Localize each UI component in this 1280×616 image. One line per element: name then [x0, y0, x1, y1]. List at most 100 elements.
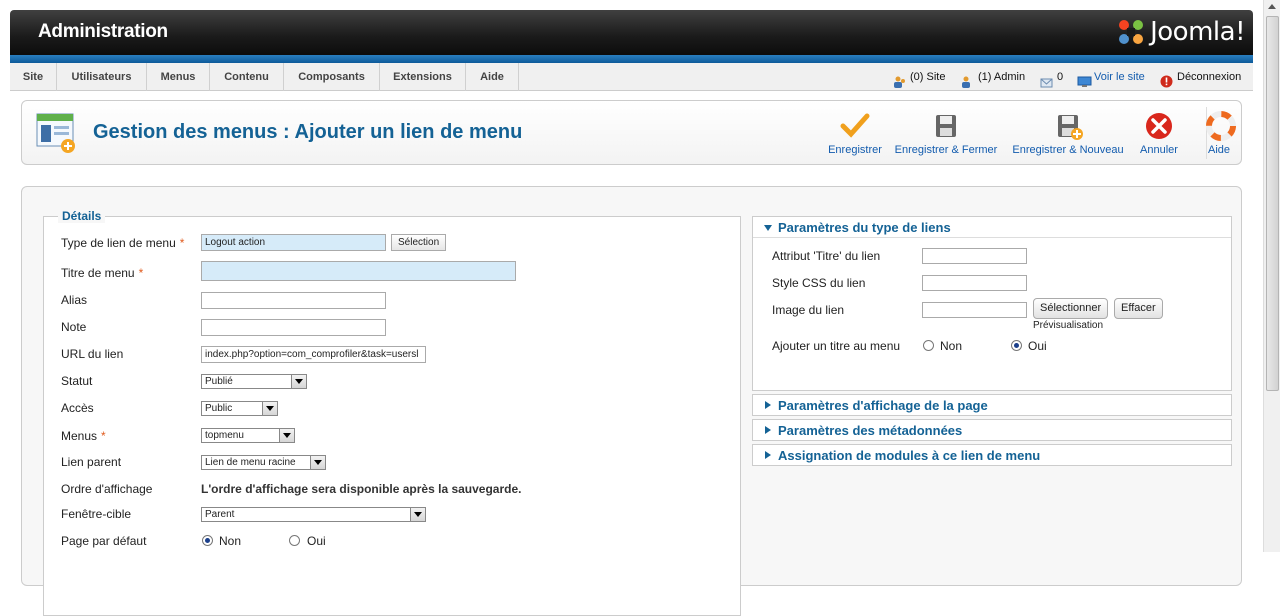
status-view-site[interactable]: Voir le site — [1077, 63, 1145, 91]
details-legend: Détails — [58, 209, 106, 223]
default-page-label: Page par défaut — [61, 534, 147, 548]
order-label: Ordre d'affichage — [61, 482, 153, 496]
metadata-params-panel[interactable]: Paramètres des métadonnées — [752, 419, 1232, 441]
status-label: Statut — [61, 374, 93, 388]
add-title-yes-label: Oui — [1028, 339, 1047, 353]
link-type-params-panel: Paramètres du type de liens Attribut 'Ti… — [752, 216, 1232, 391]
triangle-down-icon — [764, 225, 772, 231]
menu-site[interactable]: Site — [10, 63, 57, 91]
header-title: Administration — [38, 21, 168, 42]
default-yes-radio[interactable] — [289, 535, 300, 546]
css-style-input[interactable] — [922, 275, 1027, 291]
main-menubar: Site Utilisateurs Menus Contenu Composan… — [10, 63, 1253, 91]
note-label: Note — [61, 320, 87, 334]
monitor-icon — [1077, 71, 1092, 87]
users-icon — [893, 71, 906, 88]
url-label: URL du lien — [61, 347, 124, 361]
chevron-down-icon — [262, 402, 277, 415]
chevron-down-icon — [410, 508, 425, 521]
view-site-link[interactable]: Voir le site — [1094, 63, 1145, 91]
chevron-down-icon — [291, 375, 306, 388]
image-label: Image du lien — [772, 303, 845, 317]
scrollbar-thumb[interactable] — [1266, 16, 1279, 391]
menus-select[interactable]: topmenu — [201, 428, 295, 443]
save-button[interactable]: Enregistrer — [824, 111, 886, 159]
page-scrollbar[interactable] — [1263, 0, 1280, 552]
note-input[interactable] — [201, 319, 386, 336]
content-area: Détails Type de lien de menu * Logout act… — [21, 186, 1242, 616]
cancel-icon — [1143, 111, 1175, 141]
menu-title-input[interactable] — [201, 261, 516, 281]
help-button[interactable]: Aide — [1205, 111, 1236, 159]
default-no-label: Non — [219, 534, 242, 548]
floppy-disk-icon — [930, 111, 962, 141]
menu-components[interactable]: Composants — [284, 63, 380, 91]
save-close-button[interactable]: Enregistrer & Fermer — [894, 111, 998, 159]
menu-type-select-button[interactable]: Sélection — [391, 234, 447, 251]
image-select-button[interactable]: Sélectionner — [1033, 298, 1109, 319]
joomla-logo[interactable]: Joomla! — [1116, 16, 1245, 48]
menu-extensions[interactable]: Extensions — [380, 63, 466, 91]
menu-type-field[interactable]: Logout action — [201, 234, 386, 251]
parent-label: Lien parent — [61, 455, 122, 469]
joomla-logo-icon — [1116, 17, 1146, 47]
image-clear-button[interactable]: Effacer — [1114, 298, 1163, 319]
menu-content[interactable]: Contenu — [210, 63, 284, 91]
chevron-down-icon — [310, 456, 325, 469]
triangle-right-icon — [765, 451, 771, 459]
status-logout[interactable]: Déconnexion — [1160, 63, 1241, 91]
checkmark-icon — [839, 111, 871, 141]
target-select[interactable]: Parent — [201, 507, 426, 522]
triangle-right-icon — [765, 426, 771, 434]
default-no-radio[interactable] — [202, 535, 213, 546]
logout-icon — [1160, 71, 1173, 88]
target-label: Fenêtre-cible — [61, 507, 132, 521]
menu-help[interactable]: Aide — [466, 63, 519, 91]
admin-header: Administration Joomla! — [10, 10, 1253, 55]
add-title-yes-radio[interactable] — [1011, 340, 1022, 351]
menu-title-label: Titre de menu * — [61, 266, 144, 280]
triangle-right-icon — [765, 401, 771, 409]
lifebuoy-icon — [1205, 111, 1237, 141]
add-title-no-radio[interactable] — [923, 340, 934, 351]
menu-manager-icon — [35, 112, 79, 156]
alias-input[interactable] — [201, 292, 386, 309]
cancel-button[interactable]: Annuler — [1136, 111, 1182, 159]
parent-select[interactable]: Lien de menu racine — [201, 455, 326, 470]
menu-type-label: Type de lien de menu * — [61, 236, 185, 250]
title-attr-input[interactable] — [922, 248, 1027, 264]
status-select[interactable]: Publié — [201, 374, 307, 389]
url-input[interactable]: index.php?option=com_comprofiler&task=us… — [201, 346, 426, 363]
access-label: Accès — [61, 401, 94, 415]
add-title-label: Ajouter un titre au menu — [772, 339, 901, 353]
details-fieldset: Détails Type de lien de menu * Logout act… — [43, 209, 741, 616]
floppy-disk-add-icon — [1052, 111, 1084, 141]
alias-label: Alias — [61, 293, 88, 307]
menu-menus[interactable]: Menus — [147, 63, 210, 91]
toolbar: Gestion des menus : Ajouter un lien de m… — [21, 100, 1242, 165]
page-display-params-panel[interactable]: Paramètres d'affichage de la page — [752, 394, 1232, 416]
header-accent-strip — [10, 55, 1253, 63]
title-attr-label: Attribut 'Titre' du lien — [772, 249, 881, 263]
scroll-up-arrow-icon[interactable] — [1268, 4, 1276, 9]
save-new-button[interactable]: Enregistrer & Nouveau — [1012, 111, 1124, 159]
default-yes-label: Oui — [307, 534, 326, 548]
image-input[interactable] — [922, 302, 1027, 318]
chevron-down-icon — [279, 429, 294, 442]
admin-user-icon — [961, 71, 974, 88]
status-admin-users[interactable]: (1) Admin — [961, 63, 1025, 91]
module-assignment-panel[interactable]: Assignation de modules à ce lien de menu — [752, 444, 1232, 466]
link-type-params-header[interactable]: Paramètres du type de liens — [753, 217, 1231, 238]
order-note: L'ordre d'affichage sera disponible aprè… — [201, 482, 522, 496]
image-preview-label: Prévisualisation — [1033, 320, 1104, 331]
menu-users[interactable]: Utilisateurs — [57, 63, 147, 91]
status-site-users[interactable]: (0) Site — [893, 63, 945, 91]
page-title: Gestion des menus : Ajouter un lien de m… — [93, 121, 523, 143]
status-messages[interactable]: 0 — [1040, 63, 1063, 91]
css-style-label: Style CSS du lien — [772, 276, 866, 290]
messages-icon — [1040, 71, 1053, 88]
menus-label: Menus * — [61, 429, 106, 443]
access-select[interactable]: Public — [201, 401, 278, 416]
logo-text: Joomla! — [1150, 17, 1245, 47]
add-title-no-label: Non — [940, 339, 963, 353]
